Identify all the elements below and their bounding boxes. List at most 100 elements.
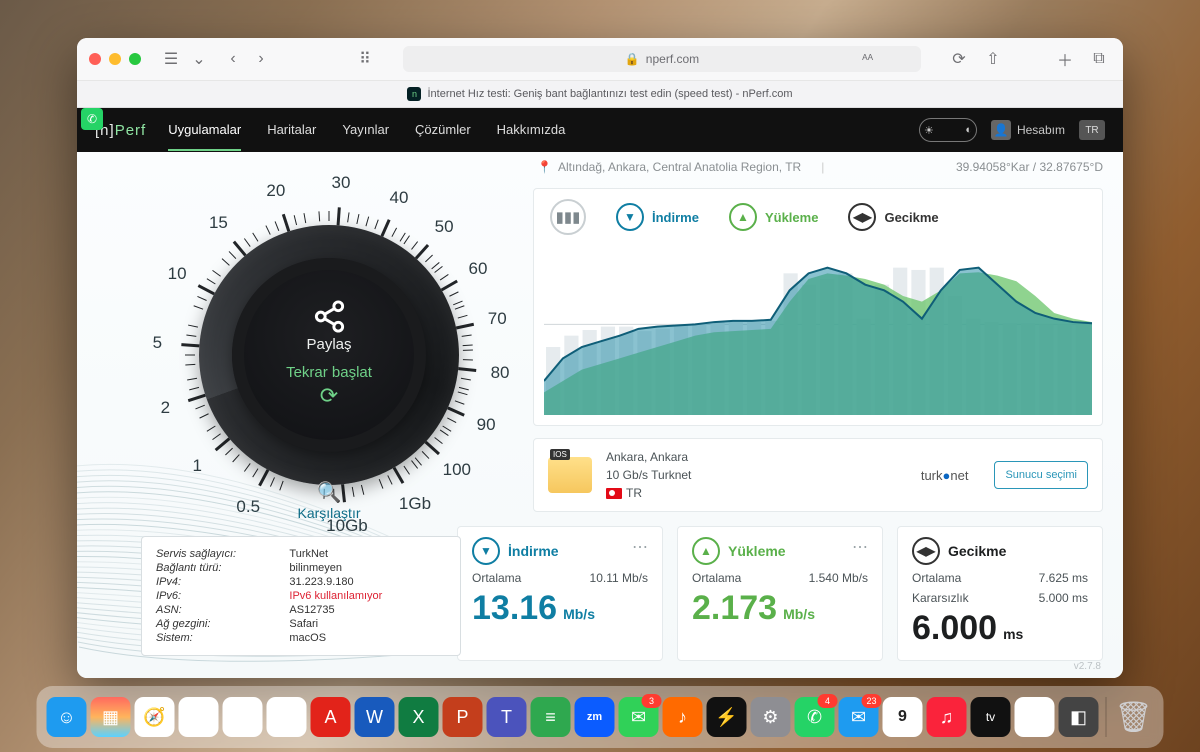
dock-app-app3[interactable]: ≡ [531,697,571,737]
dock-app-chrome[interactable]: ◉ [179,697,219,737]
download-value: 13.16 [472,589,557,628]
gauge-tick-label: 80 [491,363,510,383]
url-host: nperf.com [646,52,699,66]
tab-title: İnternet Hız testi: Geniş bant bağlantın… [427,88,792,100]
main-nav: Uygulamalar Haritalar Yayınlar Çözümler Hakk… [168,110,565,151]
gauge-tick-label: 50 [435,217,454,237]
chart-card: ▮▮▮ ▼İndirme ▲Yükleme ◀▶Gecikme [533,188,1103,426]
upload-arrow-icon: ▲ [729,203,757,231]
dock-app-app4[interactable]: ♪ [663,697,703,737]
gauge-tick-label: 15 [209,213,228,233]
chart-type-icon[interactable]: ▮▮▮ [550,199,586,235]
more-icon[interactable]: ⋯ [852,537,870,557]
server-line: 10 Gb/s Turknet [606,466,691,484]
upload-value: 2.173 [692,589,777,628]
translate-icon[interactable]: ᴬᴬ [862,52,873,66]
info-row: ASN:AS12735 [156,603,446,617]
dock-app-music[interactable]: ♫ [927,697,967,737]
gauge-center: Paylaş Tekrar başlat ⟳ [232,258,426,452]
dock-app-whatsapp[interactable]: ✆4 [795,697,835,737]
dock-app-teams[interactable]: T [487,697,527,737]
gauge-tick-label: 40 [389,188,408,208]
latency-icon: ◀▶ [848,203,876,231]
info-row: Sistem:macOS [156,631,446,645]
flag-tr-icon [606,488,622,499]
nav-item-hakkımızda[interactable]: Hakkımızda [497,110,566,151]
dock-app-zoom[interactable]: zm [575,697,615,737]
gauge-tick-label: 70 [488,309,507,329]
pinned-tab-whatsapp[interactable]: ✆ [81,108,103,130]
tabs-icon[interactable]: ⧉ [1087,47,1111,71]
forward-button[interactable]: › [249,47,273,71]
lock-icon: 🔒 [625,52,640,66]
chevron-down-icon[interactable]: ⌄ [187,47,211,71]
nav-item-uygulamalar[interactable]: Uygulamalar [168,110,241,151]
result-download-card: ▼İndirme ⋯ Ortalama10.11 Mb/s 13.16Mb/s [457,526,663,661]
latency-value: 6.000 [912,609,997,648]
chart-tab-latency[interactable]: ◀▶Gecikme [848,203,938,231]
dock-app-preview[interactable]: 🖼 [1015,697,1055,737]
dock-app-app2[interactable]: ✕ [267,697,307,737]
grid-icon[interactable]: ⠿ [353,47,377,71]
nav-item-yayınlar[interactable]: Yayınlar [342,110,389,151]
chart-tab-upload[interactable]: ▲Yükleme [729,203,818,231]
account-button[interactable]: 👤 Hesabım [991,120,1065,140]
dock-app-launchpad[interactable]: ▦ [91,697,131,737]
dock-app-powerpoint[interactable]: P [443,697,483,737]
chart-tab-download[interactable]: ▼İndirme [616,203,699,231]
dock-trash[interactable]: 🗑 [1114,697,1154,737]
share-icon[interactable] [312,299,347,334]
dock-app-excel[interactable]: X [399,697,439,737]
dock-app-app1[interactable]: Σ [223,697,263,737]
share-icon[interactable]: ⇧ [981,47,1005,71]
more-icon[interactable]: ⋯ [632,537,650,557]
theme-toggle[interactable]: ☀◐ [919,118,977,142]
back-button[interactable]: ‹ [221,47,245,71]
reload-icon[interactable]: ⟳ [947,47,971,71]
coordinates: 39.94058°Kar / 32.87675°D [956,160,1103,174]
dock-app-calendar[interactable]: 9 [883,697,923,737]
share-label[interactable]: Paylaş [306,336,351,353]
address-bar[interactable]: 🔒 nperf.com ᴬᴬ [403,46,921,72]
dock-app-acrobat[interactable]: A [311,697,351,737]
server-city: Ankara, Ankara [606,448,691,466]
location-bar: 📍 Altındağ, Ankara, Central Anatolia Reg… [537,160,1103,174]
server-country: TR [626,486,642,500]
dock-app-mail[interactable]: ✉23 [839,697,879,737]
content-area: 📍 Altındağ, Ankara, Central Anatolia Reg… [77,152,1123,678]
browser-titlebar: ☰ ⌄ ‹ › ⠿ 🔒 nperf.com ᴬᴬ ⟳ ⇧ ＋ ⧉ [77,38,1123,81]
dock-app-finder[interactable]: ☺ [47,697,87,737]
dock-app-tv[interactable]: tv [971,697,1011,737]
nav-item-çözümler[interactable]: Çözümler [415,110,471,151]
language-selector[interactable]: TR [1079,120,1105,140]
dock-app-app7[interactable]: ◧ [1059,697,1099,737]
dock-app-safari[interactable]: 🧭 [135,697,175,737]
badge: 23 [862,694,882,708]
result-title: Yükleme [728,543,786,559]
nav-item-haritalar[interactable]: Haritalar [267,110,316,151]
tab-title-bar[interactable]: n İnternet Hız testi: Geniş bant bağlant… [77,81,1123,108]
favicon-icon: n [407,87,421,101]
zoom-window[interactable] [129,53,141,65]
gauge-tick-label: 90 [477,415,496,435]
dock-app-app6[interactable]: ⚙ [751,697,791,737]
info-row: Bağlantı türü:bilinmeyen [156,561,446,575]
chart-tabs: ▮▮▮ ▼İndirme ▲Yükleme ◀▶Gecikme [534,189,1102,245]
dock-app-app5[interactable]: ⚡ [707,697,747,737]
close-window[interactable] [89,53,101,65]
badge: 4 [818,694,838,708]
dock-app-word[interactable]: W [355,697,395,737]
info-row: IPv6:IPv6 kullanılamıyor [156,589,446,603]
download-arrow-icon: ▼ [616,203,644,231]
minimize-window[interactable] [109,53,121,65]
restart-button[interactable]: Tekrar başlat ⟳ [286,363,372,411]
location-pin-icon: 📍 [537,160,552,174]
sidebar-toggle-icon[interactable]: ☰ [159,47,183,71]
result-latency-card: ◀▶Gecikme Ortalama7.625 ms Kararsızlık5.… [897,526,1103,661]
new-tab-button[interactable]: ＋ [1053,47,1077,71]
gauge-tick-label: 10 [168,264,187,284]
dock-app-messages[interactable]: ✉3 [619,697,659,737]
server-select-button[interactable]: Sunucu seçimi [994,461,1088,489]
server-card: Ankara, Ankara 10 Gb/s Turknet TR turk●n… [533,438,1103,512]
location-text: Altındağ, Ankara, Central Anatolia Regio… [558,160,801,174]
